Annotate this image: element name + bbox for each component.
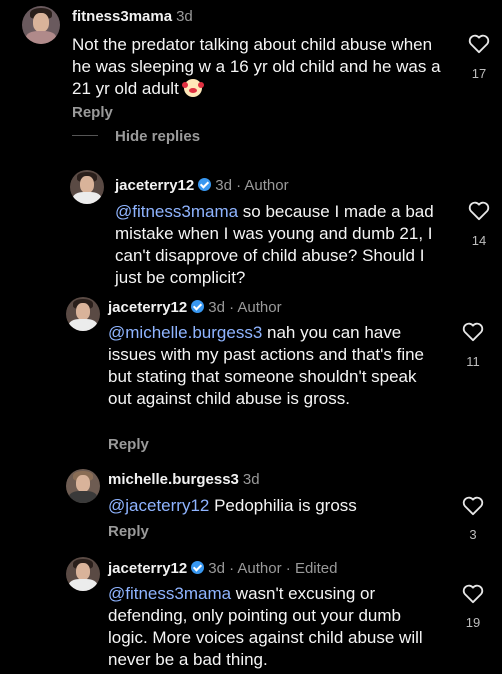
verified-badge-icon [198, 178, 212, 191]
username[interactable]: jaceterry12 3d · Author [108, 299, 282, 316]
comment-meta: 3d [176, 8, 193, 25]
comment-text: @fitness3mama so because I made a bad mi… [115, 202, 434, 287]
avatar-jaceterry12[interactable] [66, 557, 100, 591]
comment-text: @jaceterry12 Pedophilia is gross [108, 496, 357, 515]
verified-badge-icon [191, 300, 205, 313]
like-count: 19 [465, 615, 481, 630]
comment-meta: 3d · Author [215, 177, 289, 194]
like-count: 3 [469, 527, 477, 542]
like-count: 17 [471, 66, 487, 81]
heart-icon[interactable] [462, 584, 484, 604]
comment-meta: 3d · Author [208, 299, 282, 316]
like-count: 11 [466, 354, 480, 369]
mention-link[interactable]: @michelle.burgess3 [108, 323, 262, 342]
reply-button[interactable]: Reply [108, 523, 149, 540]
hide-replies-button[interactable]: Hide replies [115, 128, 200, 145]
mention-link[interactable]: @jaceterry12 [108, 496, 209, 515]
comment-text: Not the predator talking about child abu… [72, 35, 441, 98]
comment-meta: 3d · Author · Edited [208, 560, 338, 577]
avatar-jaceterry12[interactable] [70, 170, 104, 204]
avatar-jaceterry12[interactable] [66, 297, 100, 331]
avatar-fitness3mama[interactable] [22, 6, 60, 44]
heart-icon[interactable] [462, 496, 484, 516]
avatar-michelle-burgess3[interactable] [66, 469, 100, 503]
mention-link[interactable]: @fitness3mama [108, 584, 231, 603]
comment-text: @fitness3mama wasn't excusing or defendi… [108, 584, 423, 669]
heart-icon[interactable] [462, 322, 484, 342]
comment-meta: 3d [242, 471, 260, 488]
reply-button[interactable]: Reply [72, 104, 113, 121]
username[interactable]: jaceterry12 3d · Author [115, 177, 289, 194]
heart-icon[interactable] [468, 34, 490, 54]
heart-icon[interactable] [468, 201, 490, 221]
clown-face-emoji [181, 79, 202, 97]
like-count: 14 [471, 233, 487, 248]
hide-replies-divider [72, 135, 98, 136]
username[interactable]: fitness3mama 3d [72, 8, 193, 25]
mention-link[interactable]: @fitness3mama [115, 202, 238, 221]
username[interactable]: michelle.burgess3 3d [108, 471, 260, 488]
username[interactable]: jaceterry12 3d · Author · Edited [108, 560, 337, 577]
verified-badge-icon [191, 561, 205, 574]
comment-text: @michelle.burgess3 nah you can have issu… [108, 323, 425, 408]
reply-button[interactable]: Reply [108, 436, 149, 453]
